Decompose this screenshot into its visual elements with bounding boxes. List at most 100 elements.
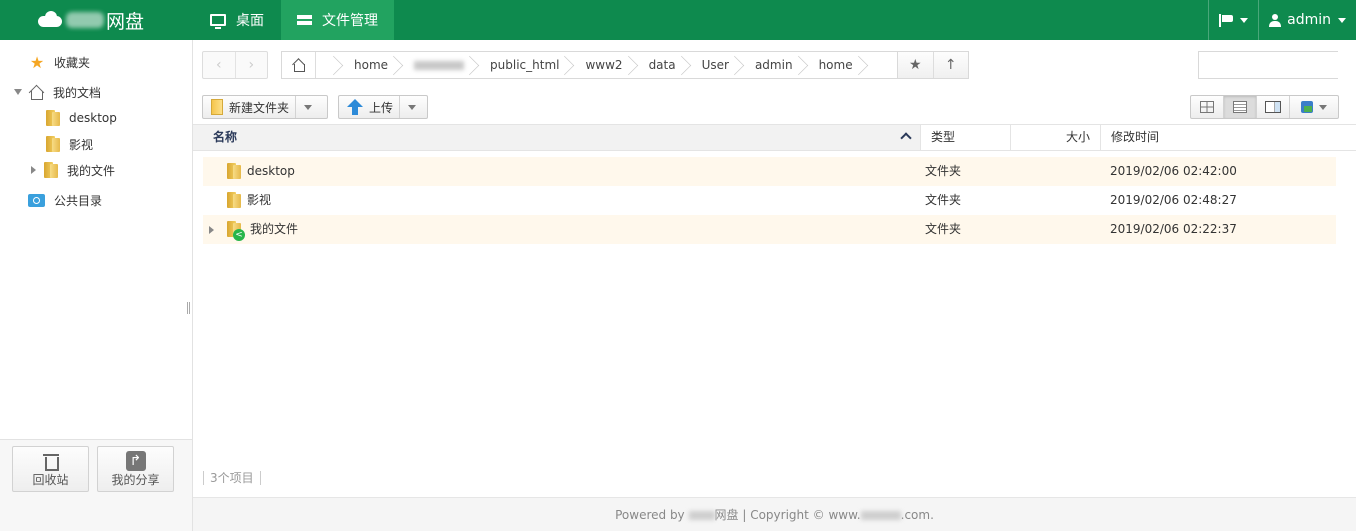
public-folder-icon [28,193,45,207]
chevron-down-icon [1319,104,1327,110]
sidebar-item-label: desktop [69,111,117,125]
chevron-down-icon [408,104,417,110]
home-icon [28,85,44,100]
sidebar-item-public[interactable]: 公共目录 [28,190,102,210]
sidebar-item-favorites[interactable]: ★ 收藏夹 [28,52,90,72]
share-icon: ↱ [125,451,146,471]
home-icon [292,59,306,72]
column-size-label: 大小 [1065,130,1090,144]
recycle-bin-label: 回收站 [32,473,69,487]
folder-icon [227,163,241,179]
file-type: 文件夹 [925,222,962,236]
breadcrumb-item-redacted[interactable] [398,52,474,78]
footer-domain-end: .com. [900,508,934,522]
new-folder-dropdown[interactable] [296,104,320,110]
footer-brand: 网盘 [714,508,739,522]
redacted-brand [66,12,104,28]
back-button[interactable]: ‹ [203,52,236,78]
upload-button-group: 上传 [338,95,428,119]
expand-icon[interactable] [209,226,214,234]
file-modified: 2019/02/06 02:22:37 [1110,222,1237,236]
grid-view-icon [1200,101,1214,113]
redacted-domain [860,511,901,520]
table-row[interactable]: desktop 文件夹 2019/02/06 02:42:00 [203,157,1336,186]
my-share-button[interactable]: ↱ 我的分享 [97,446,174,492]
breadcrumb-root[interactable] [316,52,338,78]
sidebar-resize-handle[interactable] [187,302,190,314]
file-name: 影视 [247,193,272,207]
cloud-icon [38,11,64,27]
sidebar-item-video[interactable]: 影视 [46,134,93,154]
folder-icon [46,110,60,126]
view-icons-button[interactable] [1191,96,1224,118]
column-name[interactable]: 名称 [193,125,920,150]
page-footer: Powered by 网盘 | Copyright © www. .com. [193,497,1356,531]
app-logo[interactable]: 网盘 [38,0,144,40]
column-size[interactable]: 大小 [1010,125,1100,150]
expand-icon[interactable] [14,89,22,95]
main-panel: ‹ › home public_html www2 data User admi… [193,40,1356,497]
search-box [1198,51,1356,79]
status-bar: 3个项目 [203,469,261,486]
top-bar: 网盘 桌面 文件管理 admin [0,0,1356,40]
column-modified[interactable]: 修改时间 [1100,125,1356,150]
breadcrumb-item[interactable]: public_html [474,52,569,78]
favorite-star-button[interactable]: ★ [898,52,934,78]
file-modified: 2019/02/06 02:42:00 [1110,164,1237,178]
upload-button[interactable]: 上传 [339,96,401,118]
table-row[interactable]: < 我的文件 文件夹 2019/02/06 02:22:37 [203,215,1336,244]
column-type-label: 类型 [931,130,956,144]
sort-menu-button[interactable] [1290,96,1338,118]
breadcrumb-item[interactable]: www2 [569,52,632,78]
my-share-label: 我的分享 [111,473,160,487]
file-type: 文件夹 [925,164,962,178]
new-folder-label: 新建文件夹 [229,100,290,115]
tab-file-manager[interactable]: 文件管理 [281,0,394,40]
sidebar: ★ 收藏夹 我的文档 desktop 影视 我的文件 公共目录 回收站 ↱ 我的… [0,40,193,531]
app-brand-name: 网盘 [106,10,145,33]
view-list-button[interactable] [1224,96,1257,118]
file-size [1015,157,1085,186]
recycle-bin-button[interactable]: 回收站 [12,446,89,492]
sidebar-item-label: 我的文件 [67,163,116,178]
search-input[interactable] [1199,52,1356,78]
sidebar-item-label: 我的文档 [53,85,102,100]
user-menu[interactable]: admin [1258,0,1356,40]
breadcrumb-item[interactable]: admin [739,52,803,78]
monitor-icon [210,14,226,29]
drive-icon [297,14,312,26]
sidebar-item-my-docs[interactable]: 我的文档 [14,82,101,102]
go-up-button[interactable]: ↑ [934,52,969,78]
sidebar-item-my-files[interactable]: 我的文件 [31,160,115,180]
language-menu[interactable] [1208,0,1258,40]
column-name-label: 名称 [213,130,238,144]
new-folder-button-group: 新建文件夹 [202,95,328,119]
breadcrumb-item[interactable]: home [338,52,398,78]
breadcrumb-item[interactable]: home [803,52,863,78]
column-modified-label: 修改时间 [1111,130,1160,144]
tab-desktop[interactable]: 桌面 [194,0,280,40]
redacted-brand [688,511,715,520]
sidebar-item-label: 影视 [69,137,94,152]
expand-icon[interactable] [31,166,36,174]
file-modified: 2019/02/06 02:48:27 [1110,193,1237,207]
breadcrumb-item[interactable]: data [633,52,686,78]
new-folder-button[interactable]: 新建文件夹 [203,96,297,118]
breadcrumb-home[interactable] [282,52,316,78]
file-size [1015,186,1085,215]
table-header: 名称 类型 大小 修改时间 [193,124,1356,151]
file-name: 我的文件 [250,222,299,236]
tab-file-manager-label: 文件管理 [322,13,378,29]
upload-dropdown[interactable] [400,104,424,110]
breadcrumb: home public_html www2 data User admin ho… [281,51,969,79]
column-type[interactable]: 类型 [920,125,1010,150]
forward-button[interactable]: › [236,52,268,78]
breadcrumb-item[interactable]: User [686,52,739,78]
sidebar-item-desktop[interactable]: desktop [46,108,117,128]
footer-copyright: | Copyright © www. [742,508,861,522]
sidebar-item-label: 收藏夹 [54,55,91,70]
view-split-button[interactable] [1257,96,1290,118]
table-row[interactable]: 影视 文件夹 2019/02/06 02:48:27 [203,186,1336,215]
view-mode-toolbar [1190,95,1339,119]
flag-icon [1219,13,1234,27]
